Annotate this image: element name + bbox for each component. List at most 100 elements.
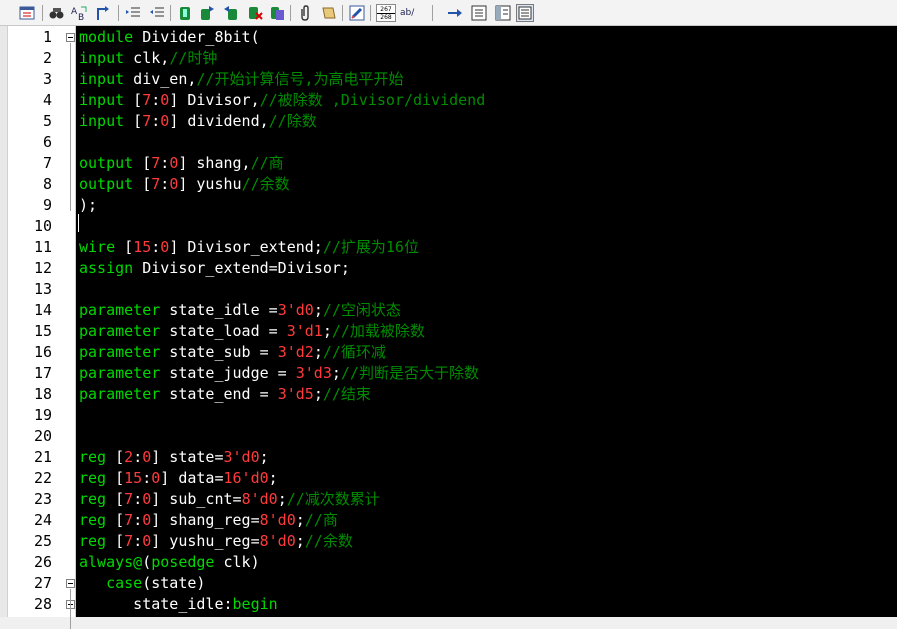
code-token: //被除数 ,Divisor/dividend xyxy=(259,91,486,109)
line-number: 26 xyxy=(33,553,52,571)
code-line: output [7:0] yushu//余数 xyxy=(79,174,290,195)
code-token: //商 xyxy=(304,511,338,529)
spell-check-label: ab/ xyxy=(400,8,415,18)
spell-check-icon[interactable]: ab/ xyxy=(400,4,422,22)
prev-bookmark-icon[interactable] xyxy=(222,4,240,22)
wrap-icon[interactable] xyxy=(446,4,464,22)
line-number: 9 xyxy=(42,196,52,214)
code-token: 3'd1 xyxy=(286,322,323,340)
indent-icon[interactable] xyxy=(124,4,142,22)
code-token: clk) xyxy=(214,553,260,571)
code-token: //除数 xyxy=(268,112,317,130)
code-token: ; xyxy=(313,343,323,361)
code-token: ] shang, xyxy=(178,154,251,172)
bookmark-icon[interactable] xyxy=(176,4,194,22)
edit-icon[interactable] xyxy=(348,4,366,22)
code-token: //减次数累计 xyxy=(286,490,380,508)
code-token: 3'd2 xyxy=(277,343,314,361)
code-token: (state) xyxy=(142,574,206,592)
code-token: //开始计算信号,为高电平开始 xyxy=(196,70,404,88)
code-token: state_judge = xyxy=(160,364,296,382)
code-token: parameter xyxy=(79,322,161,340)
line-number: 10 xyxy=(33,217,52,235)
line-number: 22 xyxy=(33,469,52,487)
scroll-icon[interactable] xyxy=(320,4,338,22)
toolbar-separator xyxy=(290,5,291,21)
goto-icon[interactable] xyxy=(94,4,112,22)
code-token: 0 xyxy=(160,238,170,256)
code-line: parameter state_sub = 3'd2;//循环减 xyxy=(79,342,386,363)
code-token: 0 xyxy=(142,511,152,529)
word-count-icon[interactable]: 267 268 xyxy=(376,4,396,22)
fold-range-line xyxy=(70,589,71,629)
code-token: reg xyxy=(79,490,107,508)
layout-icon[interactable] xyxy=(516,4,534,22)
fold-toggle-icon[interactable] xyxy=(66,33,75,42)
code-line: input clk,//时钟 xyxy=(79,48,217,69)
clear-bookmark-icon[interactable] xyxy=(246,4,264,22)
code-line: parameter state_load = 3'd1;//加载被除数 xyxy=(79,321,425,342)
code-token: 7 xyxy=(151,154,161,172)
bookmark-list-icon[interactable] xyxy=(268,4,286,22)
find-icon[interactable] xyxy=(48,4,66,22)
svg-text:B: B xyxy=(78,13,84,22)
left-panel-strip xyxy=(0,26,8,617)
code-token: : xyxy=(133,448,143,466)
code-token: 0 xyxy=(142,532,152,550)
code-token: : xyxy=(133,490,143,508)
toolbar-separator xyxy=(42,5,43,21)
code-token: [ xyxy=(106,448,125,466)
window-icon[interactable] xyxy=(18,4,36,22)
code-token: [ xyxy=(124,91,143,109)
replace-icon[interactable]: AB xyxy=(70,4,88,22)
fold-toggle-icon[interactable] xyxy=(66,579,75,588)
code-token: : xyxy=(133,532,143,550)
code-token: //结束 xyxy=(322,385,371,403)
code-token: reg xyxy=(79,448,107,466)
code-token: //余数 xyxy=(241,175,290,193)
code-token: ] yushu_reg= xyxy=(151,532,260,550)
code-token: 0 xyxy=(169,154,179,172)
code-token: state_load = xyxy=(160,322,287,340)
line-number: 14 xyxy=(33,301,52,319)
code-token: [ xyxy=(133,154,152,172)
code-token: 7 xyxy=(124,511,134,529)
code-token: posedge xyxy=(151,553,215,571)
unindent-icon[interactable] xyxy=(148,4,166,22)
code-token: state_idle: xyxy=(79,595,233,613)
code-line: parameter state_judge = 3'd3;//判断是否大于除数 xyxy=(79,363,479,384)
code-token: 0 xyxy=(142,490,152,508)
code-token: : xyxy=(160,175,170,193)
code-token: parameter xyxy=(79,364,161,382)
code-token: //判断是否大于除数 xyxy=(340,364,479,382)
code-token: state_end = xyxy=(160,385,278,403)
line-number: 23 xyxy=(33,490,52,508)
code-token: reg xyxy=(79,469,107,487)
split-icon[interactable] xyxy=(494,4,512,22)
code-token: : xyxy=(151,91,161,109)
code-token: //扩展为16位 xyxy=(322,238,419,256)
line-number: 5 xyxy=(42,112,52,130)
column-icon[interactable] xyxy=(470,4,488,22)
code-token: ] data= xyxy=(160,469,224,487)
line-number: 8 xyxy=(42,175,52,193)
next-bookmark-icon[interactable] xyxy=(198,4,216,22)
line-number: 6 xyxy=(42,133,52,151)
attach-icon[interactable] xyxy=(296,4,314,22)
code-token: ] shang_reg= xyxy=(151,511,260,529)
code-token: reg xyxy=(79,511,107,529)
line-number: 2 xyxy=(42,49,52,67)
code-token: [ xyxy=(106,511,125,529)
code-token: //余数 xyxy=(304,532,353,550)
code-token: state_sub = xyxy=(160,343,278,361)
code-token: 0 xyxy=(160,91,170,109)
code-token: 2 xyxy=(124,448,134,466)
code-line: parameter state_end = 3'd5;//结束 xyxy=(79,384,371,405)
code-token: ; xyxy=(322,322,332,340)
line-number: 12 xyxy=(33,259,52,277)
code-editor[interactable]: module Divider_8bit(input clk,//时钟 input … xyxy=(76,26,897,617)
line-number: 17 xyxy=(33,364,52,382)
code-token: ] sub_cnt= xyxy=(151,490,242,508)
code-token: 7 xyxy=(142,112,152,130)
code-token: 8'd0 xyxy=(259,532,296,550)
